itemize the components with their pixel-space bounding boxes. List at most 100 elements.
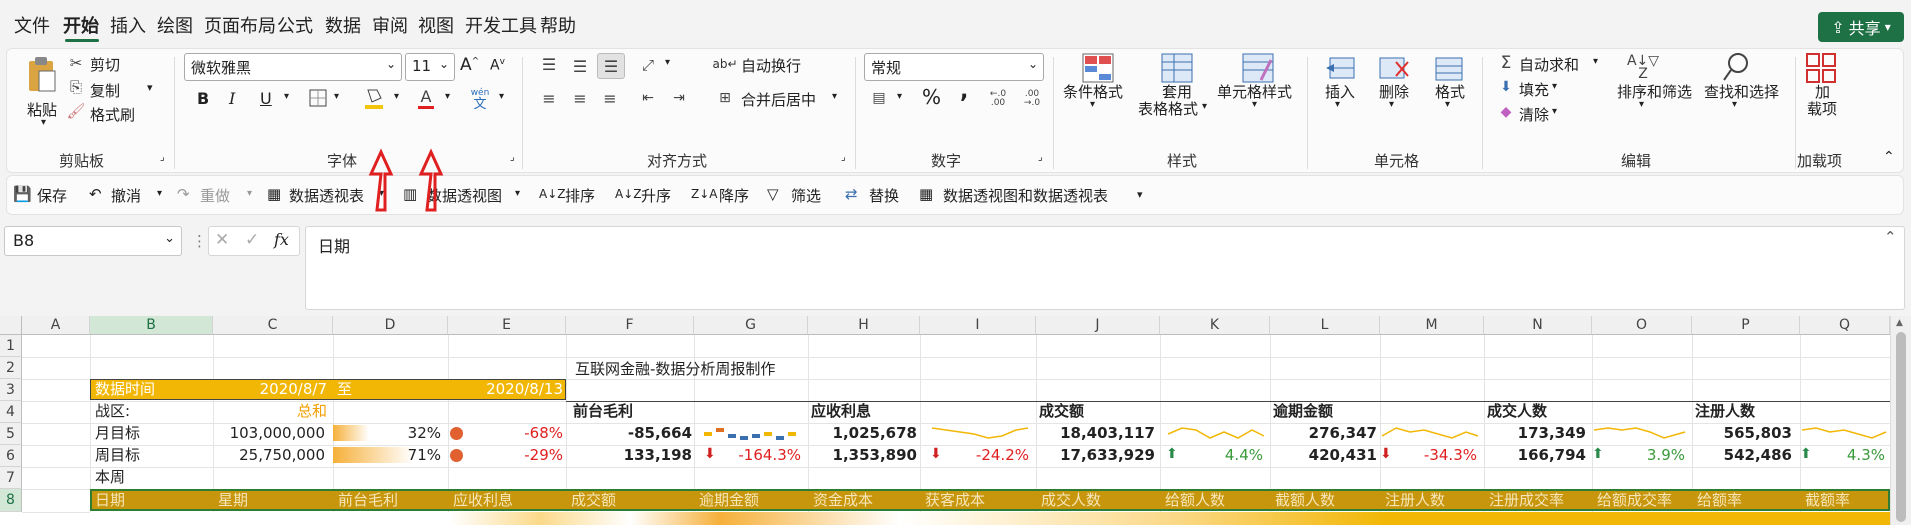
copy-button[interactable]: 复制 — [90, 80, 120, 101]
kpi-month-value[interactable]: 1,025,678 — [808, 422, 920, 444]
sort-filter-button[interactable]: 排序和筛选 — [1617, 81, 1692, 102]
dialog-launcher-icon[interactable]: ⌟ — [1038, 152, 1043, 163]
scroll-up-icon[interactable]: ▲ — [1896, 318, 1903, 328]
table-header-cell[interactable]: 给额人数 — [1162, 489, 1228, 511]
column-header[interactable]: Q — [1800, 316, 1890, 335]
kpi-change[interactable]: -34.3% — [1396, 444, 1480, 466]
chevron-down-icon[interactable]: ▾ — [334, 91, 339, 102]
week-pct[interactable]: 71% — [370, 444, 444, 466]
align-left-icon[interactable]: ≡ — [538, 87, 560, 109]
percent-style-button[interactable]: % — [922, 85, 941, 109]
vertical-scrollbar[interactable]: ▲ — [1890, 316, 1911, 525]
kpi-month-value[interactable]: 18,403,117 — [1036, 422, 1158, 444]
month-change[interactable]: -68% — [470, 422, 566, 444]
enter-icon[interactable]: ✓ — [245, 230, 259, 250]
table-header-cell[interactable]: 截额率 — [1802, 489, 1853, 511]
kpi-change[interactable]: 4.4% — [1182, 444, 1266, 466]
table-header-cell[interactable]: 注册人数 — [1382, 489, 1448, 511]
menu-data[interactable]: 数据 — [325, 12, 361, 38]
sort-descending-button[interactable]: 降序 — [719, 185, 749, 206]
align-right-icon[interactable]: ≡ — [599, 87, 621, 109]
paste-icon[interactable] — [23, 53, 59, 97]
week-target-value[interactable]: 25,750,000 — [213, 444, 328, 466]
phonetic-guide-icon[interactable]: wén 文 — [467, 85, 493, 113]
column-header[interactable]: D — [333, 316, 448, 335]
row-header[interactable]: 8 — [0, 489, 22, 512]
chevron-down-icon[interactable]: ▾ — [1639, 99, 1644, 110]
chevron-down-icon[interactable]: ▾ — [1593, 56, 1598, 67]
kpi-name[interactable]: 前台毛利 — [570, 400, 636, 422]
row-header[interactable]: 2 — [0, 357, 22, 379]
scrollbar-thumb[interactable] — [1896, 332, 1906, 522]
orientation-icon[interactable]: ⤢ — [637, 54, 659, 76]
redo-button[interactable]: 重做 — [200, 185, 230, 206]
undo-button[interactable]: 撤消 — [111, 185, 141, 206]
clear-button[interactable]: 清除 — [1519, 104, 1549, 125]
row-header[interactable]: 4 — [0, 401, 22, 423]
table-header-cell[interactable]: 逾期金额 — [696, 489, 762, 511]
column-header[interactable]: G — [694, 316, 808, 335]
filter-button[interactable]: 筛选 — [791, 185, 821, 206]
align-bottom-icon[interactable]: ☰ — [597, 53, 625, 79]
align-middle-icon[interactable]: ☰ — [569, 55, 591, 77]
more-icon[interactable]: ⋮ — [192, 232, 207, 250]
select-all-corner[interactable] — [0, 316, 22, 335]
kpi-week-value[interactable]: 166,794 — [1484, 444, 1589, 466]
chevron-down-icon[interactable]: ▾ — [157, 188, 162, 199]
kpi-week-value[interactable]: 17,633,929 — [1036, 444, 1158, 466]
share-button[interactable]: ⇪ 共享 ▾ — [1818, 12, 1904, 42]
chevron-down-icon[interactable]: ▾ — [832, 91, 837, 102]
kpi-week-value[interactable]: 133,198 — [600, 444, 695, 466]
month-pct[interactable]: 32% — [370, 422, 444, 444]
font-name-select[interactable]: 微软雅黑 ⌄ — [184, 53, 402, 81]
column-header[interactable]: F — [566, 316, 694, 335]
sort-button[interactable]: 排序 — [565, 185, 595, 206]
replace-button[interactable]: 替换 — [869, 185, 899, 206]
find-select-button[interactable]: 查找和选择 — [1704, 81, 1779, 102]
decrease-decimal-icon[interactable]: .00 →.0 — [1019, 87, 1045, 111]
report-title[interactable]: 互联网金融-数据分析周报制作 — [572, 358, 778, 380]
this-week-label[interactable]: 本周 — [92, 466, 128, 488]
fill-color-icon[interactable] — [362, 85, 386, 111]
row-header[interactable]: 6 — [0, 445, 22, 467]
table-header-cell[interactable]: 应收利息 — [450, 489, 516, 511]
kpi-change[interactable]: 3.9% — [1608, 444, 1688, 466]
dialog-launcher-icon[interactable]: ⌟ — [160, 152, 165, 163]
column-header[interactable]: N — [1484, 316, 1592, 335]
chevron-down-icon[interactable]: ▾ — [284, 91, 289, 102]
underline-button[interactable]: U — [260, 89, 272, 108]
cut-button[interactable]: 剪切 — [90, 54, 120, 75]
menu-formulas[interactable]: 公式 — [277, 12, 313, 38]
merge-center-button[interactable]: 合并后居中 — [741, 89, 816, 110]
date-to-separator[interactable]: 至 — [334, 378, 355, 400]
pivot-both-button[interactable]: 数据透视图和数据透视表 — [943, 185, 1108, 206]
chevron-down-icon[interactable]: ▾ — [665, 57, 670, 68]
column-header[interactable]: A — [22, 316, 90, 335]
region-label[interactable]: 战区: — [92, 400, 133, 422]
table-header-cell[interactable]: 星期 — [215, 489, 251, 511]
menu-developer[interactable]: 开发工具 — [465, 12, 537, 38]
menu-review[interactable]: 审阅 — [372, 12, 408, 38]
pivot-table-button[interactable]: 数据透视表 — [289, 185, 364, 206]
insert-function-icon[interactable]: fx — [274, 230, 289, 249]
kpi-week-value[interactable]: 542,486 — [1692, 444, 1795, 466]
table-header-cell[interactable]: 日期 — [92, 489, 128, 511]
borders-icon[interactable] — [307, 87, 329, 109]
italic-button[interactable]: I — [229, 89, 235, 108]
kpi-name[interactable]: 成交人数 — [1484, 400, 1550, 422]
table-header-cell[interactable]: 给额成交率 — [1594, 489, 1675, 511]
data-time-label[interactable]: 数据时间 — [92, 378, 158, 400]
column-header[interactable]: M — [1380, 316, 1484, 335]
menu-help[interactable]: 帮助 — [540, 12, 576, 38]
kpi-change[interactable]: 4.3% — [1816, 444, 1888, 466]
table-header-cell[interactable]: 成交额 — [568, 489, 619, 511]
align-top-icon[interactable]: ☰ — [538, 53, 560, 75]
chevron-down-icon[interactable]: ▾ — [897, 91, 902, 102]
table-header-cell[interactable]: 成交人数 — [1038, 489, 1104, 511]
format-painter-button[interactable]: 格式刷 — [90, 104, 135, 125]
chevron-down-icon[interactable]: ▾ — [1552, 106, 1557, 117]
chevron-down-icon[interactable]: ▾ — [1090, 99, 1095, 110]
customize-qat-icon[interactable]: ▾ — [1137, 188, 1143, 201]
column-header[interactable]: L — [1270, 316, 1380, 335]
shrink-font-icon[interactable]: Av — [490, 57, 505, 74]
